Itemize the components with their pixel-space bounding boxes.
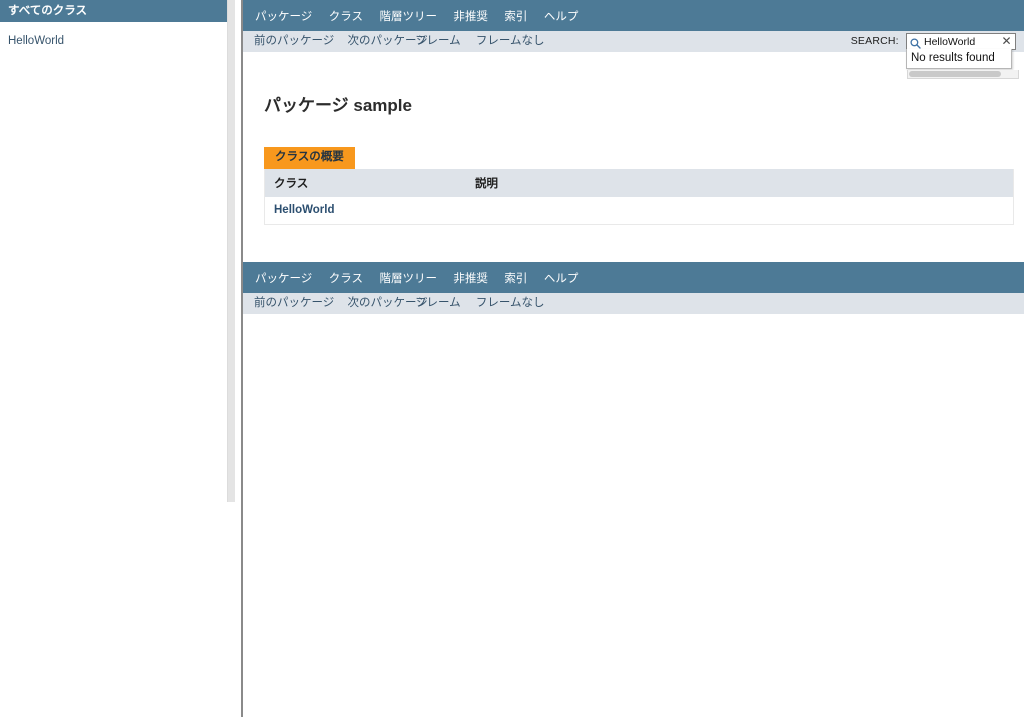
bottom-sub-navbar: 前のパッケージ 次のパッケージ フレーム フレームなし bbox=[243, 293, 1024, 315]
nav-item-tree[interactable]: 階層ツリー bbox=[373, 0, 443, 33]
bottom-nav-link-deprecated[interactable]: 非推奨 bbox=[453, 273, 488, 285]
bottom-subnav-frames-group: フレーム フレームなし bbox=[409, 293, 551, 314]
search-input[interactable] bbox=[924, 34, 996, 49]
frames-link[interactable]: フレーム bbox=[409, 35, 467, 47]
bottom-nav-link-tree[interactable]: 階層ツリー bbox=[379, 273, 437, 285]
package-summary-content: パッケージ sample クラスの概要 クラス 説明 HelloWorld bbox=[243, 91, 1024, 225]
bottom-nav-link-index[interactable]: 索引 bbox=[504, 273, 527, 285]
search-box[interactable]: ✕ bbox=[906, 33, 1016, 50]
class-link-helloworld[interactable]: HelloWorld bbox=[274, 204, 334, 216]
content-frame: パッケージ クラス 階層ツリー 非推奨 索引 ヘルプ 前のパッケージ 次のパッケ… bbox=[243, 0, 1024, 717]
all-classes-list: HelloWorld bbox=[0, 22, 236, 50]
search-clear-icon[interactable]: ✕ bbox=[1000, 35, 1013, 48]
search-label: SEARCH: bbox=[850, 35, 899, 47]
subnav-left-group: 前のパッケージ 次のパッケージ bbox=[249, 31, 433, 52]
table-cell-description bbox=[466, 197, 1014, 225]
sub-navbar: 前のパッケージ 次のパッケージ フレーム フレームなし SEARCH: Hell… bbox=[243, 31, 1024, 79]
sidebar-item-helloworld[interactable]: HelloWorld bbox=[8, 32, 228, 50]
all-classes-frame: すべてのクラス HelloWorld bbox=[0, 0, 236, 717]
bottom-no-frames-link[interactable]: フレームなし bbox=[470, 297, 551, 309]
top-navbar: パッケージ クラス 階層ツリー 非推奨 索引 ヘルプ bbox=[243, 0, 1024, 31]
bottom-nav-item-help[interactable]: ヘルプ bbox=[538, 262, 585, 295]
javadoc-window: すべてのクラス HelloWorld パッケージ クラス 階層ツリー 非推奨 索… bbox=[0, 0, 1024, 717]
bottom-navbar-list: パッケージ クラス 階層ツリー 非推奨 索引 ヘルプ bbox=[243, 262, 1024, 293]
nav-item-package[interactable]: パッケージ bbox=[249, 0, 318, 33]
bottom-nav-wrapper: パッケージ クラス 階層ツリー 非推奨 索引 ヘルプ 前のパッケージ 次のパッケ… bbox=[243, 262, 1024, 717]
column-header-class: クラス bbox=[264, 169, 466, 197]
page-title: パッケージ sample bbox=[264, 96, 412, 115]
nav-link-help[interactable]: ヘルプ bbox=[544, 11, 579, 23]
nav-link-index[interactable]: 索引 bbox=[504, 11, 527, 23]
search-results-scrollbar[interactable] bbox=[907, 70, 1019, 79]
nav-item-class[interactable]: クラス bbox=[323, 0, 369, 33]
nav-item-deprecated[interactable]: 非推奨 bbox=[447, 0, 494, 33]
search-no-results-message: No results found bbox=[911, 52, 995, 64]
bottom-nav-item-package[interactable]: パッケージ bbox=[249, 262, 318, 295]
prev-package-link[interactable]: 前のパッケージ bbox=[249, 35, 339, 47]
nav-item-help[interactable]: ヘルプ bbox=[538, 0, 585, 33]
bottom-nav-item-deprecated[interactable]: 非推奨 bbox=[447, 262, 494, 295]
nav-link-tree[interactable]: 階層ツリー bbox=[379, 11, 437, 23]
top-navbar-list: パッケージ クラス 階層ツリー 非推奨 索引 ヘルプ bbox=[243, 0, 1024, 31]
search-results-scrollbar-thumb[interactable] bbox=[909, 71, 1001, 77]
class-summary-table: クラス 説明 HelloWorld bbox=[264, 169, 1014, 225]
subnav-frames-group: フレーム フレームなし bbox=[409, 31, 551, 52]
bottom-nav-item-tree[interactable]: 階層ツリー bbox=[373, 262, 443, 295]
sidebar-scrollbar[interactable] bbox=[227, 0, 236, 717]
bottom-prev-package-link[interactable]: 前のパッケージ bbox=[249, 297, 339, 309]
column-header-description: 説明 bbox=[466, 169, 1014, 197]
table-row: HelloWorld bbox=[264, 197, 1014, 225]
nav-link-class[interactable]: クラス bbox=[329, 11, 363, 23]
bottom-nav-item-index[interactable]: 索引 bbox=[498, 262, 533, 295]
class-summary-caption: クラスの概要 bbox=[264, 147, 355, 169]
table-cell-class: HelloWorld bbox=[264, 197, 466, 225]
search-results-dropdown[interactable]: No results found bbox=[906, 49, 1019, 79]
bottom-frames-link[interactable]: フレーム bbox=[409, 297, 467, 309]
bottom-nav-item-class[interactable]: クラス bbox=[323, 262, 369, 295]
bottom-nav-link-package[interactable]: パッケージ bbox=[255, 273, 312, 285]
nav-link-deprecated[interactable]: 非推奨 bbox=[453, 11, 488, 23]
search-icon bbox=[910, 36, 921, 49]
content-empty-area bbox=[243, 315, 1024, 717]
search-area: SEARCH: ✕ No results found bbox=[850, 31, 1019, 79]
sidebar-scrollbar-thumb[interactable] bbox=[227, 0, 235, 502]
class-summary-block: クラスの概要 クラス 説明 HelloWorld bbox=[264, 147, 1014, 225]
no-frames-link[interactable]: フレームなし bbox=[470, 35, 551, 47]
nav-item-index[interactable]: 索引 bbox=[498, 0, 533, 33]
table-header-row: クラス 説明 bbox=[264, 169, 1014, 197]
bottom-subnav-left-group: 前のパッケージ 次のパッケージ bbox=[249, 293, 433, 314]
bottom-navbar: パッケージ クラス 階層ツリー 非推奨 索引 ヘルプ bbox=[243, 262, 1024, 293]
all-classes-header: すべてのクラス bbox=[0, 0, 236, 22]
bottom-nav-link-class[interactable]: クラス bbox=[329, 273, 363, 285]
nav-link-package[interactable]: パッケージ bbox=[255, 11, 312, 23]
bottom-nav-link-help[interactable]: ヘルプ bbox=[544, 273, 579, 285]
